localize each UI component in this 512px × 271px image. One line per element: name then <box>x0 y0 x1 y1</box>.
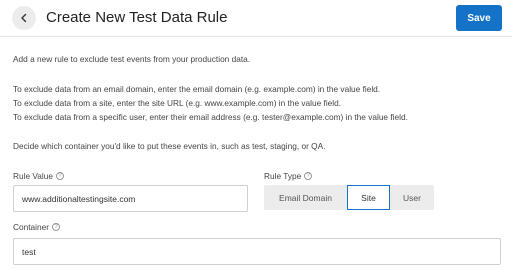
container-label: Container <box>13 222 49 232</box>
intro-text: Add a new rule to exclude test events fr… <box>13 54 251 64</box>
rule-value-input[interactable] <box>13 185 248 212</box>
site-instruction: To exclude data from a site, enter the s… <box>13 98 342 108</box>
page-title: Create New Test Data Rule <box>46 9 228 26</box>
container-label-group: Container ? <box>13 222 60 232</box>
rule-type-label: Rule Type <box>264 171 302 181</box>
container-instruction: Decide which container you'd like to put… <box>13 141 326 151</box>
question-circle-icon[interactable]: ? <box>51 223 60 231</box>
back-button[interactable] <box>12 6 36 30</box>
rule-type-user[interactable]: User <box>390 185 434 210</box>
rule-value-label-group: Rule Value ? <box>13 171 64 181</box>
rule-type-selector: Email Domain Site User <box>264 185 434 210</box>
container-input[interactable] <box>13 238 501 265</box>
question-circle-icon[interactable]: ? <box>55 172 64 180</box>
save-button[interactable]: Save <box>456 5 502 31</box>
rule-type-label-group: Rule Type ? <box>264 171 313 181</box>
question-circle-icon[interactable]: ? <box>304 172 313 180</box>
rule-value-label: Rule Value <box>13 171 53 181</box>
chevron-left-icon <box>19 13 29 23</box>
rule-type-email-domain[interactable]: Email Domain <box>264 185 347 210</box>
user-instruction: To exclude data from a specific user, en… <box>13 112 408 122</box>
rule-type-site[interactable]: Site <box>347 185 390 210</box>
email-domain-instruction: To exclude data from an email domain, en… <box>13 84 381 94</box>
header-bar: Create New Test Data Rule Save <box>0 0 512 37</box>
